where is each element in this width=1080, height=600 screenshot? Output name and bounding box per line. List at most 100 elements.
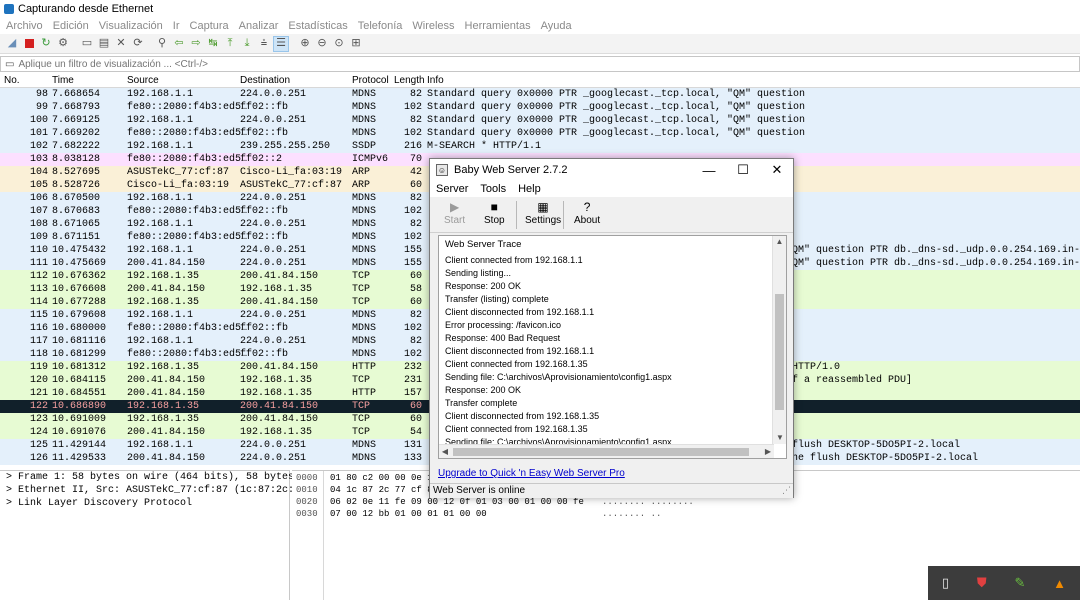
capture-options-icon[interactable]: ⚙ xyxy=(55,36,71,52)
packet-cell-dst: ff02::2 xyxy=(240,154,283,165)
menu-archivo[interactable]: Archivo xyxy=(6,20,43,32)
packet-cell-src: 200.41.84.150 xyxy=(127,427,206,438)
bws-menu-tools[interactable]: Tools xyxy=(480,183,506,195)
go-last-icon[interactable]: ⤓ xyxy=(239,36,255,52)
stop-capture-icon[interactable] xyxy=(21,36,37,52)
maximize-icon[interactable]: ☐ xyxy=(726,159,760,181)
bookmark-icon[interactable]: ▭ xyxy=(5,59,14,70)
open-file-icon[interactable]: ▭ xyxy=(79,36,95,52)
about-button[interactable]: ? About xyxy=(574,199,600,231)
go-back-icon[interactable]: ⇦ xyxy=(171,36,187,52)
start-capture-icon[interactable]: ◢ xyxy=(4,36,20,52)
packet-cell-no: 98 xyxy=(35,89,48,100)
trace-horizontal-scrollbar[interactable]: ◀ ▶ xyxy=(439,444,774,458)
security-icon[interactable]: ⛊ xyxy=(977,575,987,591)
autoscroll-icon[interactable]: ⩮ xyxy=(256,36,272,52)
menu-ayuda[interactable]: Ayuda xyxy=(541,20,572,32)
packet-cell-no: 106 xyxy=(29,193,48,204)
menu-ir[interactable]: Ir xyxy=(173,20,180,32)
menu-edicion[interactable]: Edición xyxy=(53,20,89,32)
packet-cell-time: 7.668793 xyxy=(52,102,101,113)
packet-info-visible: HTTP/1.0 xyxy=(792,362,841,373)
menu-estadisticas[interactable]: Estadísticas xyxy=(288,20,347,32)
menu-telefonia[interactable]: Telefonía xyxy=(358,20,403,32)
scroll-left-icon[interactable]: ◀ xyxy=(439,445,451,458)
packet-cell-info: Standard query 0x0000 PTR _googlecast._t… xyxy=(427,102,806,113)
col-header-destination[interactable]: Destination xyxy=(240,75,290,86)
colorize-icon[interactable]: ☰ xyxy=(273,35,289,52)
packet-cell-proto: ARP xyxy=(352,167,371,178)
packet-cell-dst: 224.0.0.251 xyxy=(240,245,307,256)
minimize-icon[interactable]: — xyxy=(692,159,726,181)
scroll-down-icon[interactable]: ▼ xyxy=(773,432,786,444)
menu-analizar[interactable]: Analizar xyxy=(239,20,279,32)
packet-cell-no: 109 xyxy=(29,232,48,243)
vlc-icon[interactable]: ▲ xyxy=(1053,576,1066,591)
packet-cell-src: 192.168.1.35 xyxy=(127,401,200,412)
usb-icon[interactable]: ▯ xyxy=(942,575,949,591)
packet-cell-no: 107 xyxy=(29,206,48,217)
settings-button[interactable]: ▦ Settings xyxy=(525,199,561,231)
bws-menu-server[interactable]: Server xyxy=(436,183,468,195)
save-file-icon[interactable]: ▤ xyxy=(96,36,112,52)
packet-details-pane: > Frame 1: 58 bytes on wire (464 bits), … xyxy=(0,470,318,600)
trace-vertical-scrollbar[interactable]: ▲ ▼ xyxy=(772,236,786,444)
menu-wireless[interactable]: Wireless xyxy=(412,20,454,32)
packet-row[interactable]: 102 7.682222 192.168.1.1 239.255.255.250 SSD… xyxy=(0,140,1080,153)
packet-cell-src: 192.168.1.1 xyxy=(127,310,194,321)
packet-row[interactable]: 100 7.669125 192.168.1.1 224.0.0.251 MDNS 82 S… xyxy=(0,114,1080,127)
packet-cell-dst: 192.168.1.35 xyxy=(240,388,313,399)
zoom-in-icon[interactable]: ⊕ xyxy=(297,36,313,52)
col-header-length[interactable]: Length xyxy=(394,75,425,86)
upgrade-link[interactable]: Upgrade to Quick 'n Easy Web Server Pro xyxy=(438,468,625,479)
stop-button[interactable]: ■ Stop xyxy=(484,199,505,231)
zoom-normal-icon[interactable]: ⊙ xyxy=(331,36,347,52)
scroll-up-icon[interactable]: ▲ xyxy=(773,236,786,248)
packet-cell-dst: 200.41.84.150 xyxy=(240,271,319,282)
packet-cell-proto: MDNS xyxy=(352,206,377,217)
reload-file-icon[interactable]: ⟳ xyxy=(130,36,146,52)
col-header-protocol[interactable]: Protocol xyxy=(352,75,389,86)
bws-title-bar[interactable]: ☺ Baby Web Server 2.7.2 — ☐ ✕ xyxy=(430,159,793,181)
packet-row[interactable]: 99 7.668793 fe80::2080:f4b3:ed5… ff02::fb MD… xyxy=(0,101,1080,114)
packet-cell-proto: MDNS xyxy=(352,219,377,230)
packet-cell-no: 116 xyxy=(29,323,48,334)
zoom-out-icon[interactable]: ⊖ xyxy=(314,36,330,52)
bws-menu-help[interactable]: Help xyxy=(518,183,541,195)
packet-cell-proto: MDNS xyxy=(352,323,377,334)
detail-lldp[interactable]: > Link Layer Discovery Protocol xyxy=(0,497,289,510)
start-button[interactable]: ▶ Start xyxy=(444,199,465,231)
detail-ethernet[interactable]: > Ethernet II, Src: ASUSTekC_77:cf:87 (1… xyxy=(0,484,318,497)
close-file-icon[interactable]: ✕ xyxy=(113,36,129,52)
menu-herramientas[interactable]: Herramientas xyxy=(465,20,531,32)
col-header-no[interactable]: No. xyxy=(4,75,20,86)
scroll-right-icon[interactable]: ▶ xyxy=(762,445,774,458)
col-header-source[interactable]: Source xyxy=(127,75,159,86)
pen-icon[interactable]: ✎ xyxy=(1014,575,1025,591)
col-header-info[interactable]: Info xyxy=(427,75,444,86)
packet-cell-no: 108 xyxy=(29,219,48,230)
menu-captura[interactable]: Captura xyxy=(190,20,229,32)
resize-grip-icon[interactable]: ⋰ xyxy=(782,483,791,497)
find-packet-icon[interactable]: ⚲ xyxy=(154,36,170,52)
packet-cell-no: 100 xyxy=(29,115,48,126)
packet-cell-proto: TCP xyxy=(352,375,371,386)
packet-row[interactable]: 98 7.668654 192.168.1.1 224.0.0.251 MDNS 82 St… xyxy=(0,88,1080,101)
restart-capture-icon[interactable]: ↻ xyxy=(38,36,54,52)
detail-frame[interactable]: > Frame 1: 58 bytes on wire (464 bits), … xyxy=(0,471,318,484)
go-first-icon[interactable]: ⤒ xyxy=(222,36,238,52)
web-server-trace[interactable]: Web Server Trace Client connected from 1… xyxy=(438,235,787,459)
resize-columns-icon[interactable]: ⊞ xyxy=(348,36,364,52)
trace-line: Response: 400 Bad Request xyxy=(445,333,561,343)
packet-cell-src: fe80::2080:f4b3:ed5… xyxy=(127,349,248,360)
col-header-time[interactable]: Time xyxy=(52,75,74,86)
display-filter-input[interactable] xyxy=(18,58,619,70)
packet-row[interactable]: 101 7.669202 fe80::2080:f4b3:ed5… ff02::fb M… xyxy=(0,127,1080,140)
close-icon[interactable]: ✕ xyxy=(760,159,794,181)
go-forward-icon[interactable]: ⇨ xyxy=(188,36,204,52)
packet-cell-len: 133 xyxy=(403,453,422,464)
go-to-packet-icon[interactable]: ↹ xyxy=(205,36,221,52)
packet-cell-time: 10.475669 xyxy=(52,258,107,269)
packet-cell-proto: SSDP xyxy=(352,141,377,152)
menu-visualizacion[interactable]: Visualización xyxy=(99,20,163,32)
